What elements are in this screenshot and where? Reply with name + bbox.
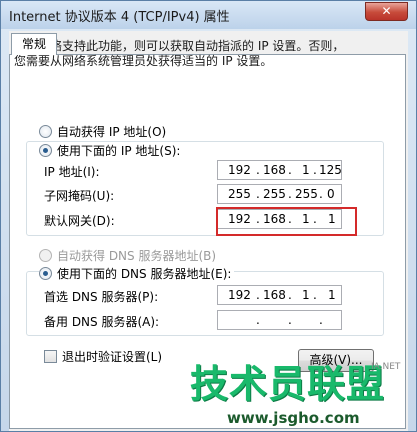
title-bar[interactable]: Internet 协议版本 4 (TCP/IPv4) 属性 ✕ xyxy=(1,1,416,29)
window-title: Internet 协议版本 4 (TCP/IPv4) 属性 xyxy=(9,10,230,25)
dns1-octet-3: 1 xyxy=(302,288,310,302)
description-line-2: 您需要从网络系统管理员处获得适当的 IP 设置。 xyxy=(14,54,273,68)
manual-ip-option[interactable]: 使用下面的 IP 地址(S): xyxy=(39,142,184,159)
gateway-highlight-box xyxy=(216,207,357,236)
auto-ip-option[interactable]: 自动获得 IP 地址(O) xyxy=(39,123,166,140)
octet-separator: . xyxy=(288,288,292,302)
mask-octet-2: 255 xyxy=(263,187,286,201)
description-text: 如果网络支持此功能，则可以获取自动指派的 IP 设置。否则， 您需要从网络系统管… xyxy=(14,39,374,69)
octet-separator: . xyxy=(319,313,323,327)
octet-separator: . xyxy=(256,163,260,177)
dialog-window: Internet 协议版本 4 (TCP/IPv4) 属性 ✕ 常规 如果网络支… xyxy=(0,0,417,432)
subnet-mask-label: 子网掩码(U): xyxy=(44,189,115,203)
octet-separator: . xyxy=(313,163,317,177)
preferred-dns-input[interactable]: 192 . 168 . 1 . 1 xyxy=(217,285,342,305)
ip-octet-2: 168 xyxy=(263,163,286,177)
octet-separator: . xyxy=(319,187,323,201)
auto-dns-label: 自动获得 DNS 服务器地址(B) xyxy=(57,249,217,263)
dns1-octet-2: 168 xyxy=(263,288,286,302)
auto-dns-radio[interactable] xyxy=(39,249,52,262)
manual-ip-label: 使用下面的 IP 地址(S): xyxy=(57,144,181,158)
mask-octet-3: 255 xyxy=(295,187,318,201)
preferred-dns-label: 首选 DNS 服务器(P): xyxy=(44,290,159,304)
watermark-logo-text: 技术员联盟 xyxy=(190,362,386,406)
octet-separator: . xyxy=(256,187,260,201)
watermark-site: IA.NET xyxy=(371,362,401,372)
manual-dns-radio[interactable] xyxy=(39,267,52,280)
ip-address-label: IP 地址(I): xyxy=(44,165,100,179)
alternate-dns-input[interactable]: . . . xyxy=(217,310,342,330)
mask-octet-4: 0 xyxy=(327,187,335,201)
dns1-octet-4: 1 xyxy=(328,288,336,302)
auto-dns-option[interactable]: 自动获得 DNS 服务器地址(B) xyxy=(39,247,216,264)
auto-ip-label: 自动获得 IP 地址(O) xyxy=(57,125,167,139)
default-gateway-label: 默认网关(D): xyxy=(44,214,115,228)
ip-octet-3: 1 xyxy=(302,163,310,177)
close-button[interactable]: ✕ xyxy=(365,2,408,21)
subnet-mask-input[interactable]: 255 . 255 . 255 . 0 xyxy=(217,184,342,204)
dns1-octet-1: 192 xyxy=(228,288,251,302)
ip-octet-4: 125 xyxy=(319,163,342,177)
octet-separator: . xyxy=(288,187,292,201)
ip-octet-1: 192 xyxy=(228,163,251,177)
octet-separator: . xyxy=(288,163,292,177)
octet-separator: . xyxy=(288,313,292,327)
description-line-1: 如果网络支持此功能，则可以获取自动指派的 IP 设置。否则， xyxy=(14,39,345,53)
validate-on-exit-label: 退出时验证设置(L) xyxy=(62,350,163,364)
auto-ip-radio[interactable] xyxy=(39,125,52,138)
manual-ip-radio[interactable] xyxy=(39,144,52,157)
validate-on-exit-checkbox[interactable] xyxy=(44,350,57,363)
alternate-dns-label: 备用 DNS 服务器(A): xyxy=(44,315,160,329)
mask-octet-1: 255 xyxy=(228,187,251,201)
validate-on-exit-option[interactable]: 退出时验证设置(L) xyxy=(44,348,162,365)
octet-separator: . xyxy=(256,313,260,327)
tab-general[interactable]: 常规 xyxy=(11,33,57,55)
ip-address-input[interactable]: 192 . 168 . 1 . 125 xyxy=(217,160,342,180)
watermark-url: www.jsgho.com xyxy=(223,409,364,427)
octet-separator: . xyxy=(313,288,317,302)
octet-separator: . xyxy=(256,288,260,302)
manual-dns-option[interactable]: 使用下面的 DNS 服务器地址(E): xyxy=(39,265,235,282)
manual-dns-label: 使用下面的 DNS 服务器地址(E): xyxy=(57,267,232,281)
